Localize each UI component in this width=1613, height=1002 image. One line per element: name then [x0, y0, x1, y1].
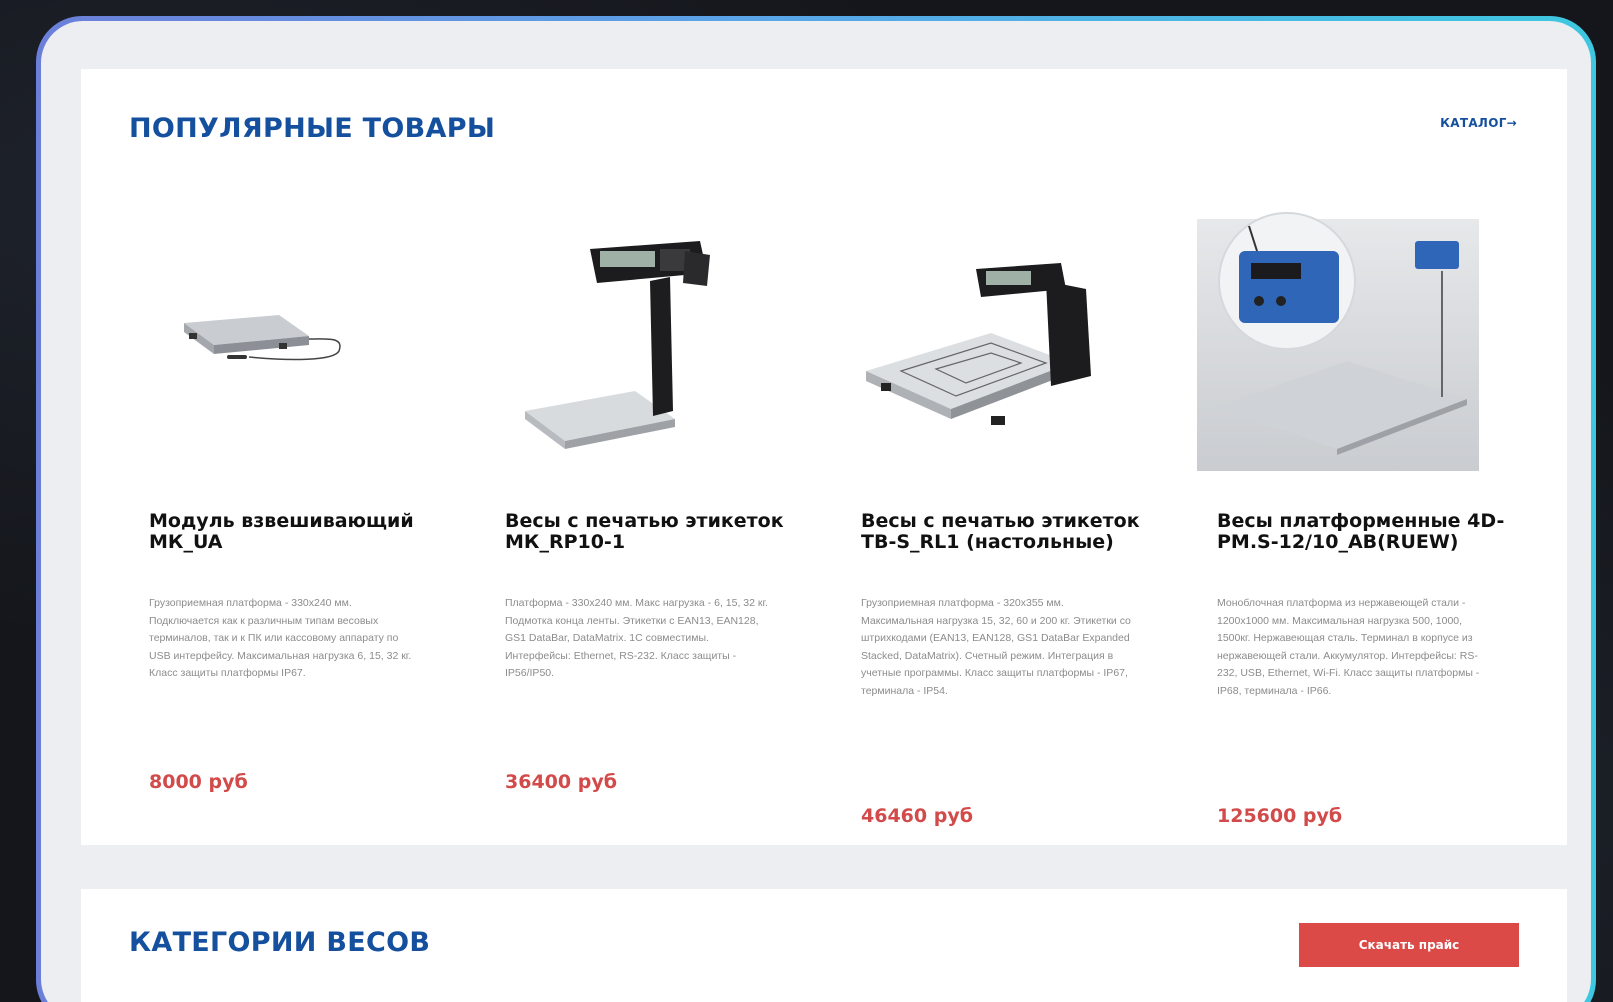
platform-module-scale-image[interactable]: [129, 211, 439, 471]
popular-products-title: ПОПУЛЯРНЫЕ ТОВАРЫ: [129, 113, 496, 144]
product-price: 125600 руб: [1217, 805, 1343, 827]
scale-categories-title: КАТЕГОРИИ ВЕСОВ: [129, 927, 431, 958]
product-description: Грузоприемная платформа - 330x240 мм. По…: [149, 597, 412, 679]
content-area: ПОПУЛЯРНЫЕ ТОВАРЫ КАТАЛОГ→ Модуль взвеши…: [41, 21, 1591, 1002]
product-description: Грузоприемная платформа - 320х355 мм. Ма…: [861, 597, 1131, 697]
scale-categories-section: КАТЕГОРИИ ВЕСОВ Скачать прайс: [81, 889, 1567, 1002]
catalog-link[interactable]: КАТАЛОГ→: [1440, 116, 1517, 130]
gradient-frame: ПОПУЛЯРНЫЕ ТОВАРЫ КАТАЛОГ→ Модуль взвеши…: [36, 16, 1596, 1002]
tabletop-label-scale-image[interactable]: [841, 211, 1151, 471]
product-name[interactable]: Весы с печатью этикеток ТВ-S_RL1 (настол…: [861, 511, 1161, 553]
product-price: 36400 руб: [505, 771, 617, 793]
product-price: 8000 руб: [149, 771, 248, 793]
product-description: Моноблочная платформа из нержавеющей ста…: [1217, 597, 1480, 697]
download-price-button[interactable]: Скачать прайс: [1299, 923, 1519, 967]
product-description: Платформа - 330х240 мм. Макс нагрузка - …: [505, 597, 768, 679]
product-name[interactable]: Весы с печатью этикеток МК_RP10-1: [505, 511, 805, 553]
product-name[interactable]: Весы платформенные 4D-PM.S-12/10_AB(RUEW…: [1217, 511, 1517, 553]
label-printing-scale-image[interactable]: [485, 211, 795, 471]
product-price: 46460 руб: [861, 805, 973, 827]
product-name[interactable]: Модуль взвешивающий МК_UA: [149, 511, 449, 553]
popular-products-section: ПОПУЛЯРНЫЕ ТОВАРЫ КАТАЛОГ→ Модуль взвеши…: [81, 69, 1567, 845]
floor-platform-scale-image[interactable]: [1197, 211, 1507, 471]
